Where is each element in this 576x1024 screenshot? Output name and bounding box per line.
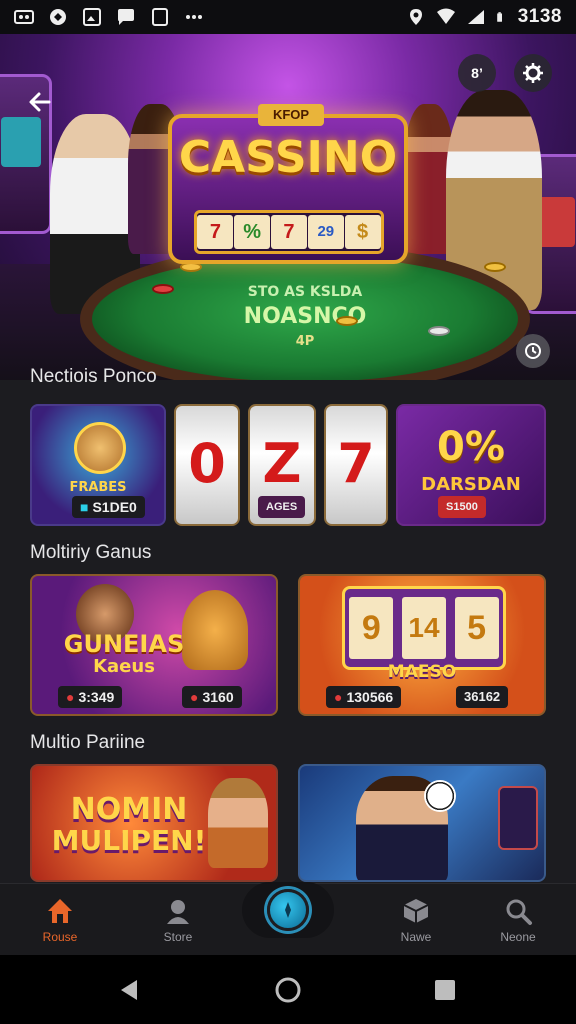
system-back-button[interactable] [114, 975, 144, 1005]
card-big-text: 0% [437, 424, 505, 470]
more-dots-icon [186, 15, 202, 19]
voicemail-icon [14, 10, 34, 24]
nav-item-home[interactable]: Rouse [20, 896, 100, 944]
nav-label-search: Neone [500, 930, 536, 944]
table-text-3: 4P [295, 334, 315, 349]
nav-item-store[interactable]: Store [138, 896, 218, 944]
sign-reel: 7 [270, 215, 307, 249]
game-card[interactable]: FRABES ■ S1DE0 [30, 404, 166, 526]
replay-icon [525, 343, 541, 359]
sign-title: CASSINO [178, 132, 398, 183]
status-bar: 3138 [0, 0, 576, 34]
slot-reel-card[interactable]: Z AGES [248, 404, 316, 526]
square-recents-icon [435, 980, 455, 1000]
slot-reel: 14 [401, 597, 446, 659]
nav-center-slot [242, 882, 334, 938]
hero-banner[interactable]: STO AS KSLDA NOASNCO 4P KFOP CASSINO 7 %… [0, 34, 576, 380]
profile-icon [163, 896, 193, 926]
wifi-icon [436, 8, 455, 24]
bottom-navigation: Rouse Store Nawe Neone [0, 882, 576, 955]
card-banner: FRABES [69, 480, 127, 495]
game-card[interactable]: 0% DARSDAN S1500 [396, 404, 546, 526]
card-banner: MAESO [387, 662, 457, 682]
chip-icon [484, 262, 506, 272]
sign-reel: 7 [197, 215, 234, 249]
card-subtitle: MULIPEN! [51, 824, 207, 857]
chat-icon [50, 9, 66, 25]
casino-sign: KFOP CASSINO 7 % 7 29 $ [168, 104, 408, 264]
center-play-button[interactable] [267, 889, 309, 931]
gear-icon [523, 63, 543, 83]
nav-label-home: Rouse [42, 930, 78, 944]
badge-button[interactable]: 8’ [458, 54, 496, 92]
section-title-1: Nectiois Ponco [30, 366, 157, 387]
chip-icon [336, 316, 358, 326]
slot-reel: 5 [454, 597, 499, 659]
table-text-2: NOASNCO [243, 304, 367, 329]
home-icon [45, 896, 75, 926]
settings-button[interactable] [514, 54, 552, 92]
circle-home-icon [275, 977, 301, 1003]
reel-digit: 7 [337, 432, 375, 495]
slot-reel: 9 [349, 597, 394, 659]
location-icon [409, 9, 422, 25]
sign-reel: 29 [307, 215, 344, 249]
game-card[interactable] [298, 764, 546, 882]
card-title: GUNEIAS [63, 630, 185, 658]
triangle-back-icon [121, 980, 137, 1000]
game-card[interactable]: NOMIN MULIPEN! [30, 764, 278, 882]
square-icon [152, 8, 168, 26]
sign-reel: $ [344, 215, 381, 249]
badge-label: 8’ [471, 65, 483, 81]
card-price: 36162 [456, 686, 509, 708]
arrow-left-icon [29, 92, 51, 112]
soccer-ball-icon [424, 780, 456, 812]
slot-reel-card[interactable]: 7 [324, 404, 388, 526]
card-price: S1500 [438, 496, 486, 518]
slot-machine-icon [498, 786, 538, 850]
game-card[interactable]: GUNEIAS Kaeus ● 3:349 ● 3160 [30, 574, 278, 716]
status-clock: 3138 [517, 6, 562, 27]
battery-icon [496, 12, 502, 22]
sign-reels: 7 % 7 29 $ [194, 210, 384, 254]
chip-icon [428, 326, 450, 336]
system-recents-button[interactable] [430, 975, 460, 1005]
nav-label-nawe: Nawe [400, 930, 432, 944]
card-title: NOMIN [70, 792, 188, 827]
nav-item-nawe[interactable]: Nawe [376, 896, 456, 944]
card-subtitle: Kaeus [93, 656, 155, 677]
card-price: ● 130566 [326, 686, 402, 708]
sign-reel: % [234, 215, 271, 249]
card-price: ■ S1DE0 [72, 496, 145, 518]
nav-label-store: Store [163, 930, 193, 944]
slot-reels: 9 14 5 [342, 586, 506, 670]
compass-icon [285, 902, 291, 918]
image-icon [83, 8, 101, 26]
card-price: AGES [258, 496, 306, 518]
nav-item-search[interactable]: Neone [478, 896, 558, 944]
cube-icon [401, 896, 431, 926]
sign-top-label: KFOP [258, 104, 324, 126]
system-home-button[interactable] [273, 975, 303, 1005]
card-price: ● 3:349 [58, 686, 123, 708]
section-title-2: Moltiriy Ganus [30, 542, 152, 563]
replay-button[interactable] [516, 334, 550, 368]
section-title-3: Multio Pariine [30, 732, 146, 753]
chip-icon [152, 284, 174, 294]
message-icon [118, 9, 134, 25]
back-button[interactable] [22, 84, 58, 120]
card-price: ● 3160 [182, 686, 242, 708]
search-icon [503, 896, 533, 926]
mascot-icon [74, 422, 126, 474]
reel-digit: 0 [188, 432, 226, 495]
signal-icon [467, 10, 484, 24]
card-caption: DARSDAN [421, 474, 521, 495]
reel-digit: Z [262, 432, 302, 495]
game-card[interactable]: 9 14 5 MAESO ● 130566 36162 [298, 574, 546, 716]
slot-reel-card[interactable]: 0 [174, 404, 240, 526]
system-navigation [0, 955, 576, 1024]
